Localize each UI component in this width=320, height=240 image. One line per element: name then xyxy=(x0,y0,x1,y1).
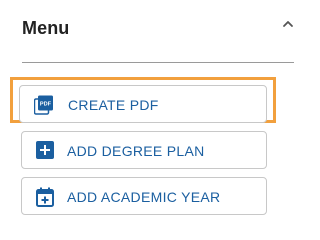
plus-square-icon xyxy=(36,141,54,159)
create-pdf-label: CREATE PDF xyxy=(68,97,159,113)
svg-text:PDF: PDF xyxy=(40,102,52,108)
header-divider xyxy=(22,62,294,63)
add-degree-plan-label: ADD DEGREE PLAN xyxy=(67,143,205,159)
create-pdf-button[interactable]: PDF CREATE PDF xyxy=(19,85,267,123)
add-degree-plan-button[interactable]: ADD DEGREE PLAN xyxy=(21,131,267,169)
calendar-add-icon xyxy=(36,187,54,207)
chevron-up-icon[interactable] xyxy=(280,16,296,32)
menu-panel: Menu PDF CREATE PDF ADD DEGREE PLAN ADD … xyxy=(0,0,300,237)
menu-title: Menu xyxy=(22,18,70,38)
add-academic-year-label: ADD ACADEMIC YEAR xyxy=(67,189,221,205)
pdf-file-icon: PDF xyxy=(33,95,53,115)
add-academic-year-button[interactable]: ADD ACADEMIC YEAR xyxy=(21,177,267,215)
menu-header: Menu xyxy=(0,0,300,62)
